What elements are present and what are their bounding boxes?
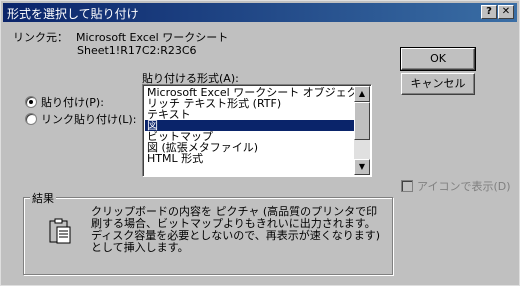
paste-link-radio-label: リンク貼り付け(L): <box>41 113 137 126</box>
display-as-icon-label: アイコンで表示(D) <box>417 180 511 193</box>
paste-radio-option[interactable]: 貼り付け(P): <box>25 94 104 110</box>
source-range: Sheet1!R17C2:R23C6 <box>77 44 197 57</box>
display-as-icon-option[interactable]: アイコンで表示(D) <box>401 178 511 194</box>
ok-button[interactable]: OK <box>400 47 476 71</box>
paste-format-listbox[interactable]: Microsoft Excel ワークシート オブジェクト リッチ テキスト形式… <box>142 84 372 177</box>
format-list-item[interactable]: リッチ テキスト形式 (RTF) <box>145 98 354 109</box>
paste-radio-label: 貼り付け(P): <box>41 96 104 109</box>
title-bar[interactable]: 形式を選択して貼り付け ? ✕ <box>3 3 517 22</box>
cancel-button[interactable]: キャンセル <box>401 73 475 95</box>
display-as-icon-checkbox[interactable] <box>401 180 413 192</box>
result-description: クリップボードの内容を ピクチャ (高品質のプリンタで印刷する場合、ビットマップ… <box>91 205 381 254</box>
paste-special-dialog: 形式を選択して貼り付け ? ✕ リンク元： Microsoft Excel ワー… <box>0 0 520 286</box>
format-list-item[interactable]: Microsoft Excel ワークシート オブジェクト <box>145 87 354 98</box>
format-list-item[interactable]: HTML 形式 <box>145 153 354 164</box>
result-group: 結果 クリップボードの内容を ピクチャ (高品質のプリンタで印刷する場合、ビット… <box>23 190 393 275</box>
format-list-item-selected[interactable]: 図 <box>145 120 354 131</box>
scroll-thumb[interactable] <box>354 102 370 140</box>
scroll-down-arrow-icon[interactable]: ▼ <box>354 159 370 175</box>
source-name: Microsoft Excel ワークシート <box>76 31 229 44</box>
dialog-title: 形式を選択して貼り付け <box>7 7 139 21</box>
format-list-item[interactable]: 図 (拡張メタファイル) <box>145 142 354 153</box>
paste-link-radio[interactable] <box>25 113 37 125</box>
paste-link-radio-option[interactable]: リンク貼り付け(L): <box>25 111 136 127</box>
help-button[interactable]: ? <box>481 5 497 19</box>
source-label: リンク元： <box>13 31 68 44</box>
result-group-title: 結果 <box>30 190 56 206</box>
close-button[interactable]: ✕ <box>498 5 514 19</box>
scroll-up-arrow-icon[interactable]: ▲ <box>354 86 370 102</box>
clipboard-paste-icon <box>49 218 71 244</box>
format-list-item[interactable]: テキスト <box>145 109 354 120</box>
paste-radio[interactable] <box>25 96 37 108</box>
format-list-item[interactable]: ビットマップ <box>145 131 354 142</box>
format-list-scrollbar[interactable]: ▲ ▼ <box>354 86 370 175</box>
